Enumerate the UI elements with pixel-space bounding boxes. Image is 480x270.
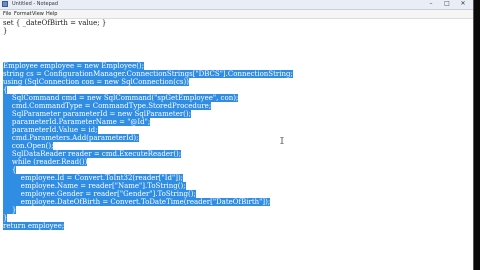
close-button[interactable]: ✕ xyxy=(455,0,471,8)
selected-code-line: string cs = ConfigurationManager.Connect… xyxy=(3,70,293,78)
window-title: Untitled - Notepad xyxy=(12,1,59,7)
menu-format[interactable]: Format xyxy=(14,10,32,18)
selected-code-line: cmd.CommandType = CommandType.StoredProc… xyxy=(3,102,212,110)
selected-code-line: SqlParameter parameterId = new SqlParame… xyxy=(3,110,192,118)
notepad-icon xyxy=(2,1,8,7)
selected-code-line: employee.DateOfBirth = Convert.ToDateTim… xyxy=(3,198,271,206)
selected-code-line: { xyxy=(3,86,8,94)
text-editor[interactable]: set { _dateOfBirth = value; } } Employee… xyxy=(0,19,473,270)
code-line: } xyxy=(3,27,8,35)
text-cursor-icon xyxy=(280,137,284,144)
selected-code-line: Employee employee = new Employee(); xyxy=(3,62,145,70)
maximize-button[interactable]: □ xyxy=(439,0,455,8)
minimize-button[interactable]: – xyxy=(423,0,439,8)
menu-view[interactable]: View xyxy=(32,10,44,18)
selected-code-line: using (SqlConnection con = new SqlConnec… xyxy=(3,78,189,86)
selected-code-line: employee.Id = Convert.ToInt32(reader["Id… xyxy=(3,174,184,182)
notepad-window: Untitled - Notepad – □ ✕ File Format Vie… xyxy=(0,0,474,270)
selected-code-line: } xyxy=(3,214,8,222)
selected-code-line: parameterId.ParameterName = "@Id"; xyxy=(3,118,151,126)
code-line: set { _dateOfBirth = value; } xyxy=(3,19,107,27)
selected-code-line: return employee; xyxy=(3,222,65,230)
selected-code-line: con.Open(); xyxy=(3,142,54,150)
selected-code-line: SqlDataReader reader = cmd.ExecuteReader… xyxy=(3,150,182,158)
selected-code-line: employee.Name = reader["Name"].ToString(… xyxy=(3,182,186,190)
selected-code-line: SqlCommand cmd = new SqlCommand("spGetEm… xyxy=(3,94,239,102)
selected-code-line: cmd.Parameters.Add(parameterId); xyxy=(3,134,139,142)
selected-code-line: while (reader.Read()) xyxy=(3,158,88,166)
menu-file[interactable]: File xyxy=(3,10,11,18)
menu-help[interactable]: Help xyxy=(46,10,57,18)
selected-code-line: employee.Gender = reader["Gender"].ToStr… xyxy=(3,190,196,198)
title-bar[interactable]: Untitled - Notepad – □ ✕ xyxy=(0,0,473,10)
selected-code-line: parameterId.Value = id; xyxy=(3,126,98,134)
menu-bar: File Format View Help xyxy=(0,10,473,19)
selected-code-line: { xyxy=(3,166,17,174)
selected-code-line: } xyxy=(3,206,17,214)
